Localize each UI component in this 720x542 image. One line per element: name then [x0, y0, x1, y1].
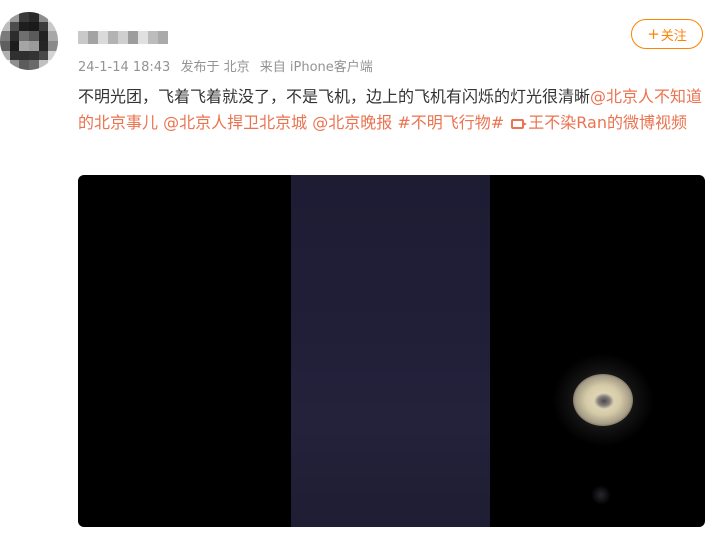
post-text: 不明光团，飞着飞着就没了，不是飞机，边上的飞机有闪烁的灯光很清晰@北京人不知道的…: [78, 84, 710, 136]
video-link[interactable]: 王不染Ran的微博视频: [509, 113, 687, 132]
post-meta: 24-1-14 18:43 发布于 北京 来自 iPhone客户端: [78, 56, 379, 75]
video-frame: [291, 175, 654, 527]
follow-button[interactable]: + 关注: [631, 19, 703, 49]
avatar[interactable]: [0, 12, 58, 70]
post-location: 发布于 北京: [180, 60, 250, 75]
dark-spot: [591, 485, 611, 505]
mention-link[interactable]: @北京人捍卫北京城: [163, 113, 307, 132]
topic-link[interactable]: #不明飞行物#: [397, 113, 504, 132]
weibo-post: 24-1-14 18:43 发布于 北京 来自 iPhone客户端 + 关注 不…: [0, 0, 720, 542]
post-time[interactable]: 24-1-14 18:43: [78, 60, 170, 75]
mention-link[interactable]: @北京晚报: [312, 113, 392, 132]
light-orb: [552, 353, 654, 447]
video-link-label: 王不染Ran的微博视频: [528, 113, 687, 132]
username-blurred[interactable]: [78, 31, 168, 44]
video-player[interactable]: [78, 175, 705, 527]
video-camera-icon: [511, 119, 528, 129]
post-source: 来自 iPhone客户端: [259, 60, 373, 75]
post-body-text: 不明光团，飞着飞着就没了，不是飞机，边上的飞机有闪烁的灯光很清晰: [78, 87, 591, 106]
plus-icon: +: [647, 24, 660, 43]
follow-label: 关注: [660, 28, 687, 44]
